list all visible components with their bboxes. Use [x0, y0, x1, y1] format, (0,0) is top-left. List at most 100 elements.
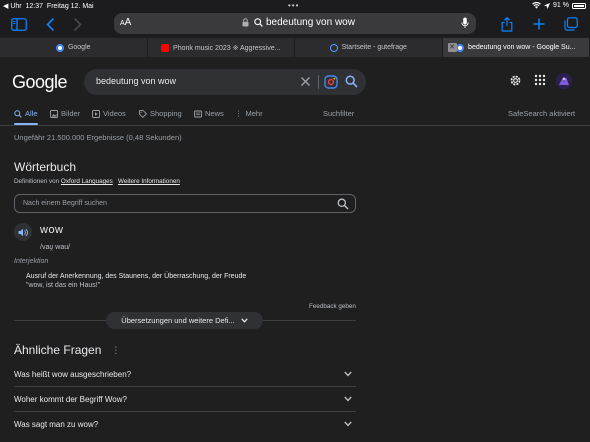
dictionary-search-placeholder: Nach einem Begriff suchen [23, 200, 107, 207]
tab-overview-icon[interactable] [563, 14, 579, 34]
more-info-link[interactable]: Weitere Informationen [118, 178, 180, 185]
clear-icon[interactable] [300, 76, 311, 87]
more-vert-icon: ⋮ [235, 109, 243, 118]
definition-text: Ausruf der Anerkennung, des Staunens, de… [26, 273, 247, 280]
news-icon [194, 110, 202, 117]
chevron-down-icon [344, 371, 352, 377]
wifi-icon [532, 2, 541, 9]
settings-gear-icon[interactable] [509, 74, 522, 87]
chevron-down-icon [241, 318, 248, 323]
microphone-icon[interactable] [461, 17, 469, 29]
status-right: 91 % [532, 2, 586, 9]
search-divider [318, 75, 319, 89]
search-tools-button[interactable]: Suchfilter [323, 109, 354, 118]
tag-icon [139, 109, 147, 118]
result-stats: Ungefähr 21.500.000 Ergebnisse (0,48 Sek… [14, 133, 182, 142]
nav-tab-more[interactable]: ⋮ Mehr [235, 109, 263, 118]
nav-tab-all[interactable]: Alle [14, 109, 38, 118]
word-class: Interjektion [14, 258, 49, 265]
share-icon[interactable] [500, 14, 514, 34]
gutefrage-favicon-icon [329, 43, 338, 52]
browser-tab[interactable]: Google [0, 38, 148, 57]
nav-tab-images[interactable]: Bilder [50, 109, 80, 118]
pronounce-button[interactable] [14, 223, 32, 241]
nav-label: News [205, 109, 224, 118]
nav-label: Shopping [150, 109, 182, 118]
safesearch-status[interactable]: SafeSearch aktiviert [508, 109, 575, 118]
related-title: Ähnliche Fragen [14, 343, 102, 357]
dictionary-source: Definitionen von Oxford Languages Weiter… [14, 178, 180, 185]
nav-label: Bilder [61, 109, 81, 118]
google-favicon-icon [55, 43, 64, 52]
dictionary-title: Wörterbuch [14, 160, 77, 174]
multitasking-dots-icon[interactable]: ••• [288, 1, 299, 10]
browser-toolbar: AA bedeutung von wow [0, 11, 590, 37]
address-bar[interactable]: AA bedeutung von wow [114, 13, 476, 34]
nav-label: Videos [103, 109, 126, 118]
google-lens-icon[interactable] [324, 75, 338, 89]
question-text: Was sagt man zu wow? [14, 420, 99, 429]
chevron-down-icon [344, 421, 352, 427]
definition: Ausruf der Anerkennung, des Staunens, de… [26, 272, 346, 290]
search-nav: Alle Bilder Videos Shopping News ⋮ Mehr … [0, 108, 590, 126]
sidebar-icon[interactable] [10, 14, 28, 34]
search-query[interactable]: bedeutung von wow [96, 76, 176, 86]
google-search-box[interactable]: bedeutung von wow [84, 69, 366, 95]
speaker-icon [18, 228, 28, 236]
tab-bar: Google Phonk music 2023 ※ Aggressive... … [0, 38, 590, 57]
back-icon[interactable] [44, 14, 56, 34]
url-text: bedeutung von wow [266, 17, 355, 28]
nav-label: Mehr [245, 109, 263, 118]
nav-tab-videos[interactable]: Videos [92, 109, 126, 118]
source-prefix: Definitionen von [14, 178, 60, 185]
browser-tab-active[interactable]: ✕ bedeutung von wow - Google Su... [442, 38, 590, 57]
carrier-label: ◀ Uhr [3, 3, 22, 10]
definition-example: "wow, ist das ein Haus!" [26, 282, 101, 289]
forward-icon[interactable] [72, 14, 84, 34]
browser-tab[interactable]: Phonk music 2023 ※ Aggressive... [148, 38, 295, 57]
search-icon [254, 18, 263, 27]
search-icon[interactable] [337, 198, 349, 210]
source-link[interactable]: Oxford Languages [61, 178, 113, 185]
more-vert-icon[interactable]: ⋮ [111, 345, 120, 356]
more-definitions-label: Übersetzungen und weitere Defi... [121, 316, 235, 325]
browser-tab[interactable]: Startseite - gutefrage [295, 38, 443, 57]
active-tab-indicator [14, 123, 38, 125]
related-question[interactable]: Was sagt man zu wow? [14, 412, 356, 437]
nav-tab-news[interactable]: News [194, 109, 224, 118]
text-size-button[interactable]: AA [120, 17, 131, 28]
feedback-link[interactable]: Feedback geben [309, 303, 356, 310]
question-text: Woher kommt der Begriff Wow? [14, 395, 127, 404]
battery-percent: 91 % [553, 2, 569, 9]
status-time: 12:37 [25, 3, 44, 10]
avatar[interactable] [556, 73, 572, 89]
google-favicon-icon [456, 43, 465, 52]
apps-grid-icon[interactable] [534, 74, 546, 86]
phonetic: /vaʊ̯ wau/ [40, 244, 71, 251]
dictionary-word: wow [40, 224, 64, 236]
related-questions-header: Ähnliche Fragen ⋮ [14, 343, 120, 357]
new-tab-icon[interactable] [532, 14, 546, 34]
status-left: ◀ Uhr 12:37 Freitag 12. Mai [3, 2, 94, 10]
youtube-favicon-icon [161, 43, 170, 52]
question-text: Was heißt wow ausgeschrieben? [14, 370, 132, 379]
battery-icon [572, 2, 586, 9]
video-icon [92, 109, 100, 118]
location-icon [544, 2, 551, 9]
google-logo[interactable]: Google [12, 72, 68, 93]
chevron-down-icon [344, 396, 352, 402]
lock-icon [242, 18, 249, 27]
related-question[interactable]: Woher kommt der Begriff Wow? [14, 387, 356, 412]
tab-title: Google [67, 44, 91, 51]
nav-label: Alle [25, 109, 38, 118]
status-date: Freitag 12. Mai [46, 3, 94, 10]
related-question[interactable]: Was heißt wow ausgeschrieben? [14, 362, 356, 387]
search-icon [14, 109, 22, 118]
image-icon [50, 109, 58, 118]
close-tab-icon[interactable]: ✕ [447, 43, 457, 52]
tab-title: Startseite - gutefrage [341, 44, 407, 51]
search-submit-icon[interactable] [345, 75, 358, 88]
dictionary-search-input[interactable]: Nach einem Begriff suchen [14, 194, 356, 213]
more-definitions-button[interactable]: Übersetzungen und weitere Defi... [106, 312, 263, 329]
nav-tab-shopping[interactable]: Shopping [139, 109, 182, 118]
